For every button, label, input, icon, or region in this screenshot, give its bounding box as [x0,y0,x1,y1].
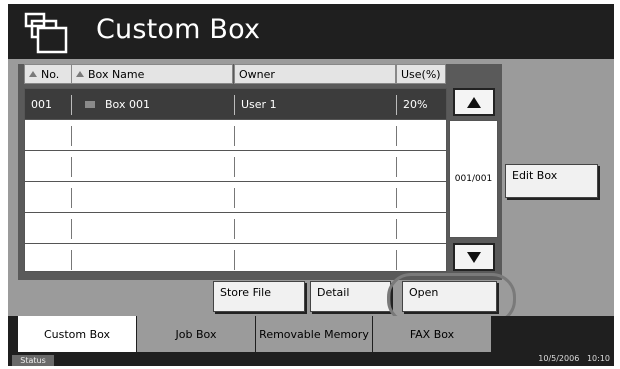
row-use: 20% [403,97,428,111]
row-no: 001 [31,97,52,111]
document-box-icon [24,12,68,54]
column-header-owner: Owner [234,64,396,84]
column-divider [71,95,72,115]
table-row[interactable]: 001 Box 001 User 1 20% [25,89,446,120]
column-divider [71,188,72,208]
column-divider [396,157,397,177]
store-file-button[interactable]: Store File [213,281,305,312]
table-row-empty [25,151,446,182]
list-scroller: 001/001 [449,88,498,272]
row-owner: User 1 [241,97,277,111]
date-text: 10/5/2006 [538,354,580,363]
row-box-name-label: Box 001 [105,97,150,111]
status-bar [8,352,614,366]
column-divider [234,157,235,177]
box-list: 001 Box 001 User 1 20% [24,88,447,272]
screen: Custom Box No. Box Name Owner Use(%) 001… [0,0,620,369]
date-time: 10/5/2006 10:10 [538,354,610,363]
column-header-use-label: Use(%) [401,67,441,81]
arrow-up-icon [467,96,481,108]
column-divider [396,250,397,270]
tab-custom-box[interactable]: Custom Box [18,316,137,353]
column-header-box-name-label: Box Name [88,67,145,81]
detail-button[interactable]: Detail [310,281,391,312]
tab-removable-memory[interactable]: Removable Memory [256,316,373,352]
table-row-empty [25,120,446,151]
tab-fax-box[interactable]: FAX Box [373,316,492,352]
scroll-down-button[interactable] [453,243,495,271]
arrow-down-icon [467,251,481,263]
row-box-name: Box 001 [79,89,234,119]
column-divider [396,126,397,146]
column-divider [71,250,72,270]
table-row-empty [25,182,446,213]
column-divider [234,219,235,239]
open-button[interactable]: Open [402,281,497,312]
column-header-box-name[interactable]: Box Name [71,64,233,84]
column-header-owner-label: Owner [239,67,275,81]
table-row-empty [25,213,446,244]
column-divider [71,157,72,177]
table-row-empty [25,244,446,271]
column-header-no[interactable]: No. [24,64,72,84]
sort-triangle-icon [29,71,37,77]
column-divider [234,250,235,270]
box-folder-icon [85,100,95,108]
title-bar: Custom Box [8,4,614,59]
page-indicator: 001/001 [449,120,498,238]
column-header-use: Use(%) [396,64,446,84]
column-divider [396,188,397,208]
scroll-up-button[interactable] [453,88,495,116]
column-divider [234,188,235,208]
column-divider [71,126,72,146]
edit-box-button[interactable]: Edit Box [505,164,598,198]
time-text: 10:10 [586,354,610,363]
sort-triangle-icon [76,71,84,77]
column-divider [71,219,72,239]
column-header-no-label: No. [41,67,60,81]
status-button[interactable]: Status [12,355,54,366]
page-title: Custom Box [96,14,261,45]
column-divider [396,219,397,239]
column-divider [234,126,235,146]
tab-job-box[interactable]: Job Box [137,316,256,352]
